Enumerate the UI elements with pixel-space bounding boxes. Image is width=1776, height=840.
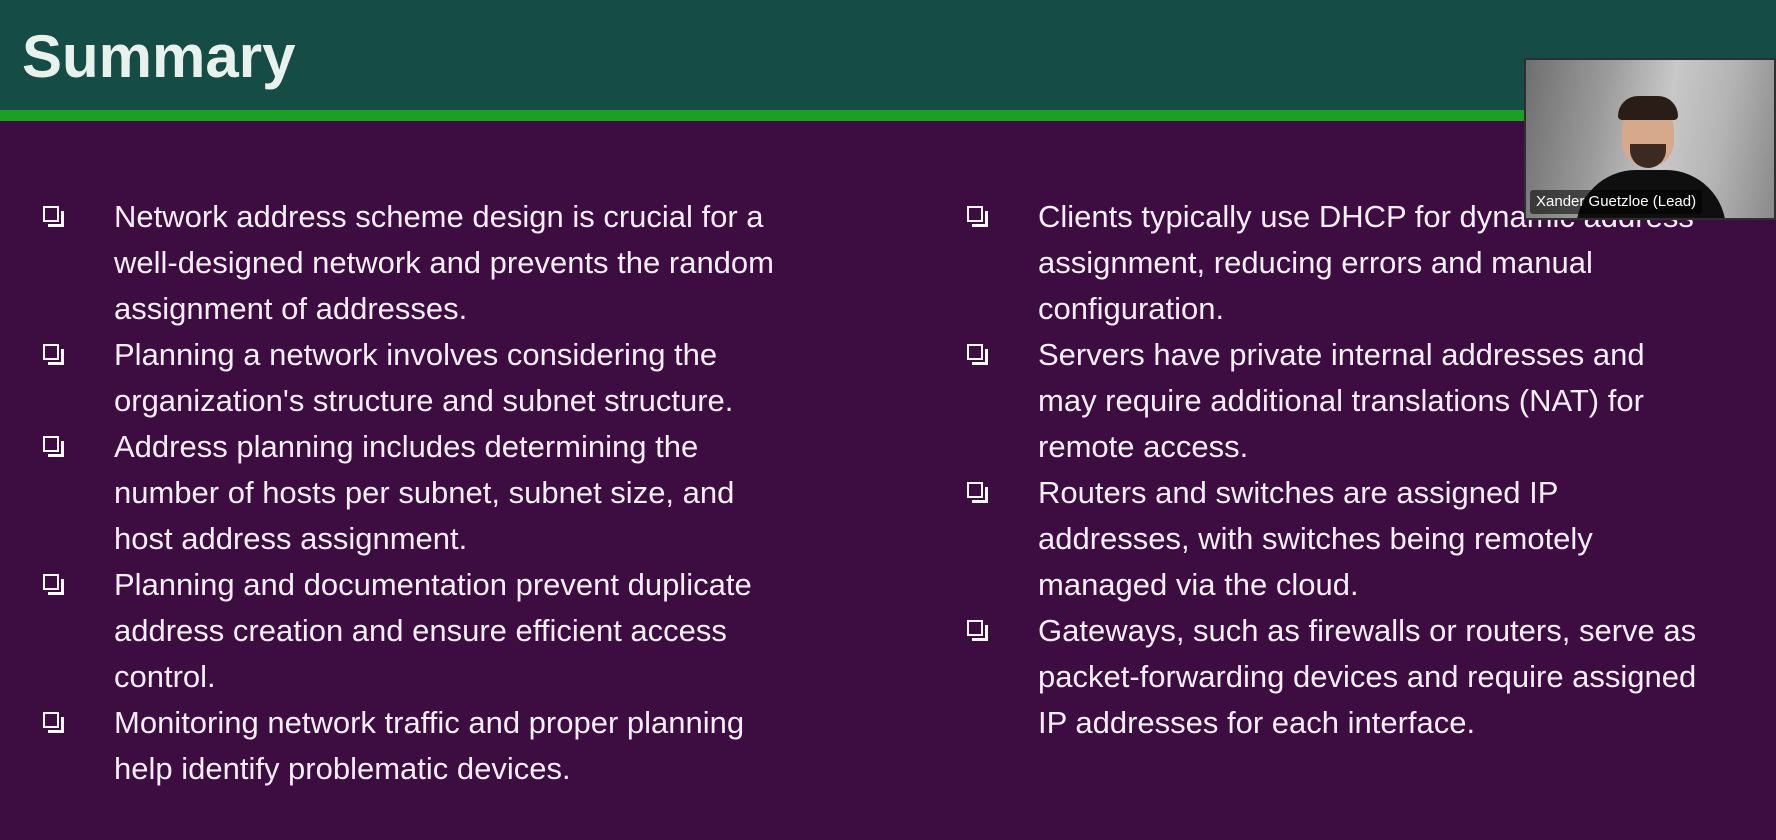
list-item: Monitoring network traffic and proper pl… <box>40 700 780 792</box>
list-item: Planning a network involves considering … <box>40 332 780 424</box>
list-item-text: Network address scheme design is crucial… <box>114 199 774 326</box>
list-item-text: Gateways, such as firewalls or routers, … <box>1038 613 1697 740</box>
list-item-text: Routers and switches are assigned IP add… <box>1038 475 1593 602</box>
checkbox-icon <box>967 206 988 227</box>
checkbox-icon <box>43 344 64 365</box>
list-item: Routers and switches are assigned IP add… <box>964 470 1704 608</box>
checkbox-icon <box>967 482 988 503</box>
checkbox-icon <box>967 620 988 641</box>
list-item-text: Monitoring network traffic and proper pl… <box>114 705 745 786</box>
participant-hair <box>1618 96 1678 120</box>
checkbox-icon <box>967 344 988 365</box>
list-item-text: Address planning includes determining th… <box>114 429 735 556</box>
right-bullet-list: Clients typically use DHCP for dynamic a… <box>964 194 1704 746</box>
list-item-text: Planning a network involves considering … <box>114 337 734 418</box>
presentation-slide: Summary Network address scheme design is… <box>0 0 1776 840</box>
left-bullet-list: Network address scheme design is crucial… <box>40 194 780 792</box>
checkbox-icon <box>43 206 64 227</box>
header-accent-rule <box>0 110 1776 121</box>
slide-title: Summary <box>22 23 296 90</box>
participant-name-label: Xander Guetzloe (Lead) <box>1530 190 1703 214</box>
checkbox-icon <box>43 712 64 733</box>
list-item: Address planning includes determining th… <box>40 424 780 562</box>
checkbox-icon <box>43 436 64 457</box>
participant-video-tile[interactable]: Xander Guetzloe (Lead) <box>1524 58 1776 220</box>
list-item-text: Servers have private internal addresses … <box>1038 337 1645 464</box>
list-item-text: Planning and documentation prevent dupli… <box>114 567 752 694</box>
list-item: Gateways, such as firewalls or routers, … <box>964 608 1704 746</box>
checkbox-icon <box>43 574 64 595</box>
list-item: Network address scheme design is crucial… <box>40 194 780 332</box>
list-item: Planning and documentation prevent dupli… <box>40 562 780 700</box>
list-item: Servers have private internal addresses … <box>964 332 1704 470</box>
